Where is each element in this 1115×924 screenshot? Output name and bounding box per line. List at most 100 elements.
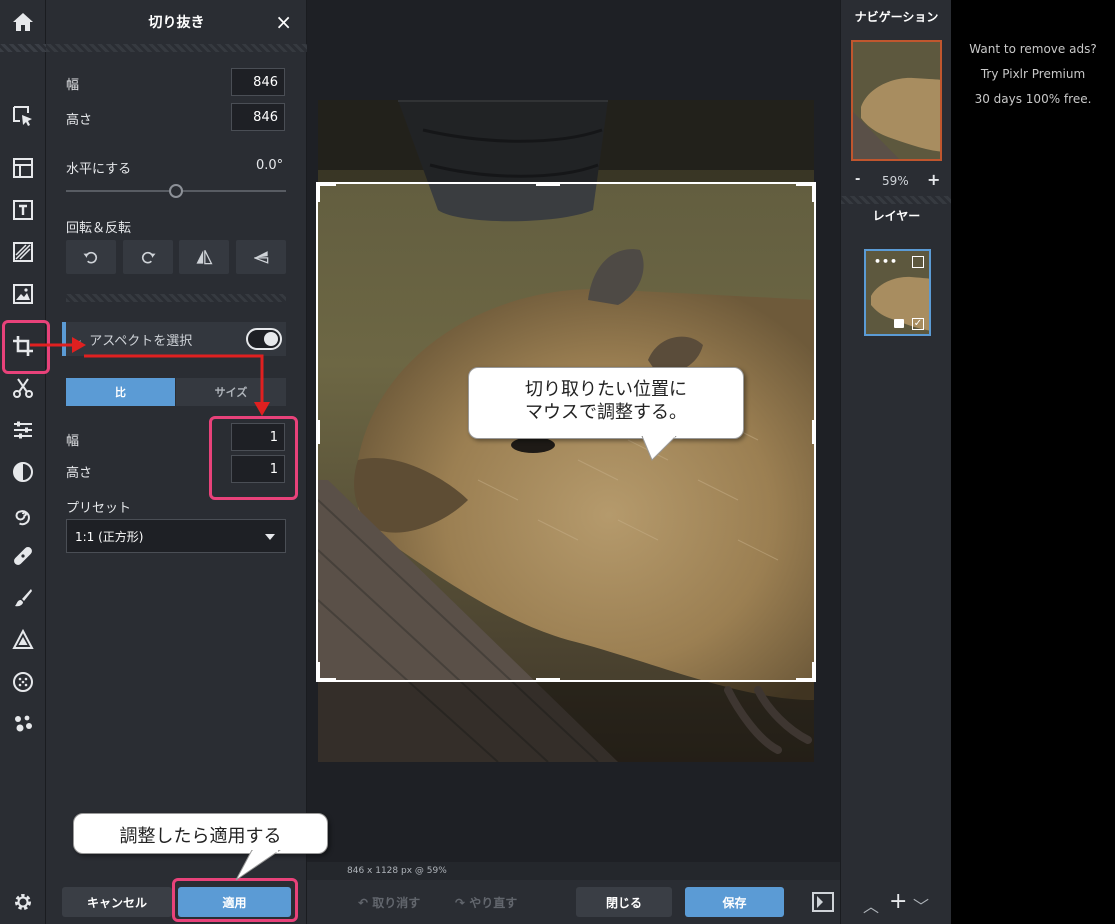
right-divider bbox=[841, 196, 952, 204]
caret-down-icon bbox=[265, 534, 275, 540]
apply-button-highlight bbox=[172, 878, 298, 922]
arrange-tool-icon[interactable] bbox=[0, 96, 46, 136]
panel-divider bbox=[46, 44, 307, 52]
cancel-button[interactable]: キャンセル bbox=[62, 887, 172, 917]
tab-size[interactable]: サイズ bbox=[176, 378, 286, 406]
navigator-thumbnail[interactable] bbox=[851, 40, 942, 161]
tab-ratio[interactable]: 比 bbox=[66, 378, 175, 406]
height-input[interactable] bbox=[231, 103, 285, 131]
redo-button[interactable]: ↷ やり直す bbox=[455, 894, 517, 911]
ad-line-2[interactable]: Try Pixlr Premium bbox=[951, 62, 1115, 87]
rotate-flip-label: 回転＆反転 bbox=[66, 221, 132, 236]
redo-icon: ↷ bbox=[455, 896, 470, 910]
text-tool-icon[interactable] bbox=[0, 190, 46, 230]
texture-tool-icon[interactable] bbox=[0, 232, 46, 272]
panel-divider bbox=[66, 294, 286, 302]
chevron-down-icon: ⌄ bbox=[74, 332, 84, 346]
aspect-toggle-switch[interactable] bbox=[246, 328, 282, 350]
close-icon[interactable]: × bbox=[275, 10, 292, 34]
cutout-tool-icon[interactable] bbox=[0, 368, 46, 408]
right-panels: ナビゲーション - 59% + レイヤー ••• ✓ ︿ + ﹀ bbox=[840, 0, 952, 924]
elements-tool-icon[interactable] bbox=[0, 704, 46, 744]
undo-icon: ↶ bbox=[358, 896, 373, 910]
straighten-label: 水平にする bbox=[66, 162, 132, 177]
navigator-thumbnail-image bbox=[853, 42, 940, 159]
image-tool-icon[interactable] bbox=[0, 274, 46, 314]
straighten-value: 0.0° bbox=[256, 158, 284, 173]
save-button[interactable]: 保存 bbox=[685, 887, 784, 917]
layer-image-icon bbox=[912, 256, 924, 268]
preset-select[interactable]: 1:1 (正方形) bbox=[66, 519, 286, 553]
panel-toggle-icon[interactable] bbox=[812, 892, 834, 912]
panel-title: 切り抜き bbox=[148, 15, 205, 31]
width-input[interactable] bbox=[231, 68, 285, 96]
lock-icon[interactable] bbox=[894, 319, 904, 328]
layer-thumbnail[interactable]: ••• ✓ bbox=[864, 249, 931, 336]
crop-handle-bottom-left[interactable] bbox=[316, 662, 320, 682]
rotate-left-button[interactable] bbox=[66, 240, 116, 274]
pattern-tool-icon[interactable] bbox=[0, 662, 46, 702]
zoom-value: 59% bbox=[882, 174, 909, 188]
crop-handle-bottom[interactable] bbox=[536, 678, 560, 682]
brush-tool-icon[interactable] bbox=[0, 578, 46, 618]
shape-tool-icon[interactable] bbox=[0, 620, 46, 660]
visibility-checkbox-icon[interactable]: ✓ bbox=[912, 318, 924, 330]
image-size-status: 846 x 1128 px @ 59% bbox=[307, 862, 840, 880]
zoom-out-button[interactable]: - bbox=[855, 172, 860, 187]
aspect-label: アスペクトを選択 bbox=[89, 333, 193, 349]
crop-mask-bottom bbox=[318, 680, 814, 762]
ratio-width-label: 幅 bbox=[66, 434, 80, 449]
filter-tool-icon[interactable] bbox=[0, 452, 46, 492]
undo-label: 取り消す bbox=[372, 896, 421, 910]
ratio-input-highlight bbox=[209, 416, 298, 500]
crop-mask-top bbox=[318, 100, 814, 182]
ad-line-3[interactable]: 30 days 100% free. bbox=[951, 87, 1115, 112]
crop-handle-top[interactable] bbox=[536, 182, 560, 186]
crop-handle-top-left[interactable] bbox=[316, 182, 320, 202]
navigator-title: ナビゲーション bbox=[854, 10, 939, 24]
rotate-left-icon bbox=[83, 251, 98, 264]
flip-vertical-icon bbox=[254, 251, 269, 264]
add-layer-icon[interactable]: + bbox=[889, 889, 907, 914]
crop-handle-left[interactable] bbox=[316, 420, 320, 444]
apply-instruction-bubble: 調整したら適用する bbox=[73, 813, 328, 854]
height-label: 高さ bbox=[66, 113, 93, 128]
close-button[interactable]: 閉じる bbox=[576, 887, 672, 917]
crop-tool-highlight bbox=[2, 320, 50, 374]
preset-label: プリセット bbox=[66, 501, 132, 516]
crop-handle-top-right[interactable] bbox=[812, 182, 816, 202]
zoom-in-button[interactable]: + bbox=[927, 170, 940, 189]
settings-gear-icon[interactable] bbox=[0, 882, 46, 922]
preset-value: 1:1 (正方形) bbox=[75, 529, 144, 544]
width-label: 幅 bbox=[66, 78, 80, 93]
liquify-tool-icon[interactable] bbox=[0, 494, 46, 534]
straighten-slider-thumb[interactable] bbox=[169, 184, 183, 198]
bubble-line-1: 切り取りたい位置に bbox=[525, 379, 687, 400]
layout-tool-icon[interactable] bbox=[0, 148, 46, 188]
layers-title: レイヤー bbox=[872, 209, 921, 223]
ad-panel: Want to remove ads? Try Pixlr Premium 30… bbox=[951, 0, 1115, 924]
heal-tool-icon[interactable] bbox=[0, 536, 46, 576]
bubble-tail bbox=[641, 436, 677, 461]
apply-bubble-tail bbox=[235, 850, 281, 881]
undo-button[interactable]: ↶ 取り消す bbox=[358, 894, 420, 911]
flip-vertical-button[interactable] bbox=[236, 240, 286, 274]
adjust-tool-icon[interactable] bbox=[0, 410, 46, 450]
chevron-down-icon[interactable]: ﹀ bbox=[913, 893, 929, 917]
bubble-line-2: マウスで調整する。 bbox=[525, 402, 687, 423]
redo-label: やり直す bbox=[469, 896, 518, 910]
ratio-height-label: 高さ bbox=[66, 466, 93, 481]
crop-handle-bottom-right[interactable] bbox=[812, 662, 816, 682]
toggle-knob bbox=[264, 332, 278, 346]
ad-line-1[interactable]: Want to remove ads? bbox=[951, 37, 1115, 62]
toolbar-divider bbox=[0, 44, 46, 52]
flip-horizontal-button[interactable] bbox=[179, 240, 229, 274]
crop-instruction-bubble: 切り取りたい位置に マウスで調整する。 bbox=[468, 367, 744, 439]
flip-horizontal-icon bbox=[196, 250, 213, 265]
layer-options-icon[interactable]: ••• bbox=[874, 255, 898, 268]
crop-handle-right[interactable] bbox=[812, 420, 816, 444]
rotate-right-button[interactable] bbox=[123, 240, 173, 274]
chevron-up-icon[interactable]: ︿ bbox=[863, 893, 879, 917]
home-icon[interactable] bbox=[0, 2, 46, 42]
tool-sidebar bbox=[0, 0, 46, 924]
